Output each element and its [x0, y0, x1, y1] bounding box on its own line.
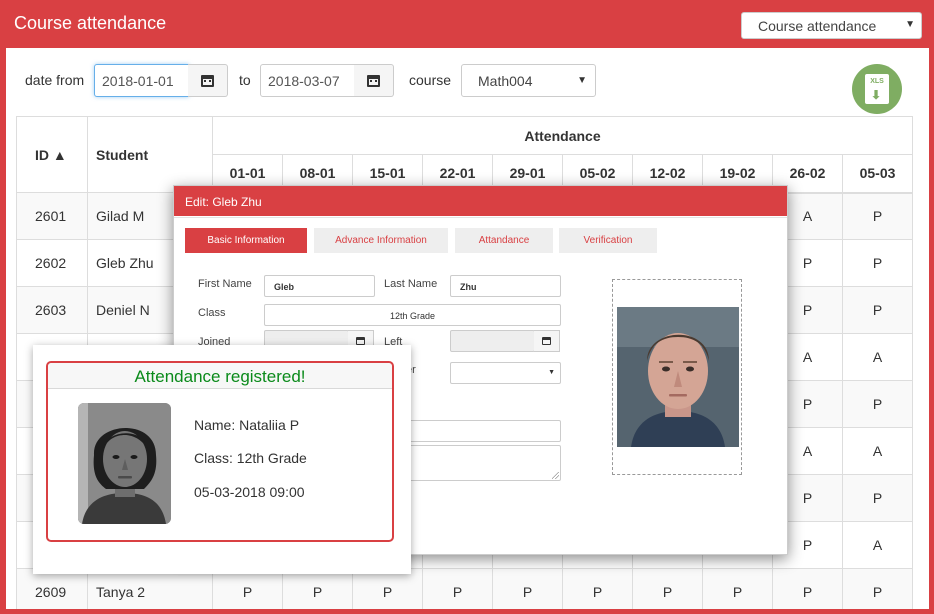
course-select-value: Math004 — [478, 73, 533, 89]
export-icon-text: XLS — [870, 78, 884, 85]
notification-card: Attendance registered! Name: Nataliia P — [46, 361, 394, 542]
last-name-label: Last Name — [384, 278, 438, 290]
caret-down-icon: ▼ — [905, 19, 915, 30]
calendar-icon — [542, 337, 551, 345]
attendance-group-header: Attendance — [212, 116, 913, 155]
main-panel: date from 2018-01-01 to 2018-03-07 cours… — [6, 48, 929, 609]
attendance-mark-cell[interactable]: P — [772, 568, 843, 609]
student-id-cell: 2602 — [16, 239, 88, 287]
attendance-mark-cell[interactable]: P — [632, 568, 703, 609]
attendance-mark-cell[interactable]: P — [352, 568, 423, 609]
resize-handle-icon[interactable] — [552, 472, 559, 479]
attendance-mark-cell[interactable]: P — [842, 474, 913, 522]
student-photo — [78, 403, 171, 524]
calendar-icon — [356, 337, 365, 345]
excel-export-icon: XLS ⬇ — [865, 74, 889, 104]
download-arrow-icon: ⬇ — [871, 88, 882, 102]
last-name-field[interactable]: Zhu — [450, 275, 561, 297]
attendance-mark-cell[interactable]: P — [842, 192, 913, 240]
attendance-mark-cell[interactable]: A — [842, 521, 913, 569]
page-title: Course attendance — [14, 13, 167, 33]
view-select[interactable]: Course attendance ▼ — [741, 12, 922, 39]
attendance-mark-cell[interactable]: P — [702, 568, 773, 609]
student-column-header[interactable]: Student — [87, 116, 213, 193]
first-name-label: First Name — [198, 278, 252, 290]
notification-student-class: Class: 12th Grade — [194, 450, 307, 466]
date-column-header[interactable]: 05-03 — [842, 154, 913, 194]
app-header: Course attendance Course attendance ▼ — [0, 0, 934, 48]
student-name-cell[interactable]: Tanya 2 — [87, 568, 213, 609]
dialog-divider — [174, 217, 787, 218]
date-to-input[interactable]: 2018-03-07 — [260, 64, 355, 97]
attendance-mark-cell[interactable]: A — [842, 333, 913, 381]
attendance-notification: Attendance registered! Name: Nataliia P — [33, 345, 411, 574]
calendar-icon — [201, 74, 214, 87]
calendar-icon — [367, 74, 380, 87]
attendance-mark-cell[interactable]: P — [422, 568, 493, 609]
left-calendar-button[interactable] — [534, 330, 560, 352]
first-name-field[interactable]: Gleb — [264, 275, 375, 297]
notification-student-name: Name: Nataliia P — [194, 417, 300, 433]
date-from-input[interactable]: 2018-01-01 — [94, 64, 189, 97]
dialog-select-field[interactable]: ▼ — [450, 362, 561, 384]
date-to-calendar-button[interactable] — [354, 64, 394, 97]
tab-advance-information[interactable]: Advance Information — [314, 228, 448, 253]
tab-verification[interactable]: Verification — [559, 228, 657, 253]
date-from-label: date from — [25, 72, 85, 88]
table-row[interactable]: 2609 Tanya 2PPPPPPPPPP — [16, 568, 913, 609]
attendance-mark-cell[interactable]: A — [842, 427, 913, 475]
caret-down-icon: ▼ — [577, 75, 587, 86]
course-label: course — [409, 72, 452, 88]
export-xls-button[interactable]: XLS ⬇ — [852, 64, 902, 114]
date-from-calendar-button[interactable] — [188, 64, 228, 97]
student-id-cell: 2609 — [16, 568, 88, 609]
view-select-value: Course attendance — [758, 18, 877, 34]
attendance-mark-cell[interactable]: P — [492, 568, 563, 609]
caret-down-icon: ▼ — [548, 369, 555, 376]
class-field[interactable]: 12th Grade — [264, 304, 561, 326]
student-id-cell: 2601 — [16, 192, 88, 240]
student-id-cell: 2603 — [16, 286, 88, 334]
attendance-mark-cell[interactable]: P — [842, 286, 913, 334]
attendance-mark-cell[interactable]: P — [282, 568, 353, 609]
course-select[interactable]: Math004 ▼ — [461, 64, 596, 97]
attendance-mark-cell[interactable]: P — [842, 380, 913, 428]
id-column-header[interactable]: ID ▲ — [16, 116, 88, 193]
attendance-mark-cell[interactable]: P — [212, 568, 283, 609]
to-label: to — [239, 72, 251, 88]
student-photo-frame[interactable] — [612, 279, 742, 475]
tab-basic-information[interactable]: Basic Information — [185, 228, 307, 253]
notification-title: Attendance registered! — [48, 363, 392, 389]
left-field[interactable] — [450, 330, 535, 352]
attendance-mark-cell[interactable]: P — [842, 239, 913, 287]
tab-attendance[interactable]: Attandance — [455, 228, 553, 253]
class-label: Class — [198, 307, 226, 319]
attendance-mark-cell[interactable]: P — [562, 568, 633, 609]
edit-dialog-title: Edit: Gleb Zhu — [174, 186, 787, 216]
notification-timestamp: 05-03-2018 09:00 — [194, 484, 305, 500]
attendance-mark-cell[interactable]: P — [842, 568, 913, 609]
student-photo — [617, 307, 739, 447]
